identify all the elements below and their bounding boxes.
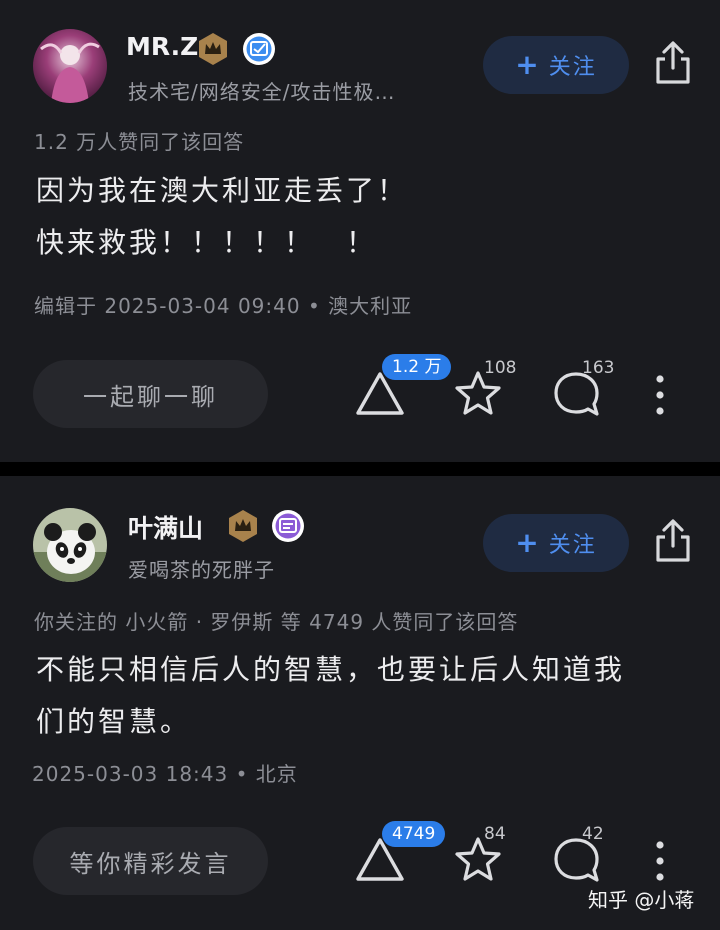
share-icon[interactable] bbox=[652, 40, 694, 86]
follow-button[interactable]: + 关注 bbox=[483, 36, 629, 94]
comment-count: 163 bbox=[582, 358, 615, 378]
verified-badge-icon bbox=[243, 33, 275, 65]
plus-icon: + bbox=[515, 48, 541, 81]
verified-badge-icon bbox=[272, 510, 304, 542]
answer-body[interactable]: 不能只相信后人的智慧，也要让后人知道我 们的智慧。 bbox=[36, 644, 625, 748]
favorite-count: 84 bbox=[484, 824, 506, 844]
chat-button[interactable]: 一起聊一聊 bbox=[33, 360, 268, 428]
watermark: 知乎 @小蒋 bbox=[588, 888, 695, 912]
agree-summary: 1.2 万人赞同了该回答 bbox=[34, 130, 245, 154]
upvote-count: 1.2 万 bbox=[382, 354, 452, 380]
answer-line: 快来救我！！！！！ ！ bbox=[36, 226, 378, 259]
answer-line: 们的智慧。 bbox=[36, 705, 192, 738]
agree-summary: 你关注的 小火箭 · 罗伊斯 等 4749 人赞同了该回答 bbox=[34, 610, 519, 634]
answer-line: 不能只相信后人的智慧，也要让后人知道我 bbox=[36, 653, 626, 686]
author-bio: 技术宅/网络安全/攻击性极… bbox=[128, 80, 396, 104]
share-icon[interactable] bbox=[652, 518, 694, 564]
post-meta: 2025-03-03 18:43 • 北京 bbox=[32, 762, 298, 786]
answer-body[interactable]: 因为我在澳大利亚走丢了！ 快来救我！！！！！ ！ bbox=[36, 165, 408, 269]
crown-badge-icon bbox=[199, 33, 227, 65]
answer-card: 叶满山 爱喝茶的死胖子 + 关注 你关注的 小火箭 · 罗伊斯 等 4749 人… bbox=[0, 476, 720, 930]
comment-input-button[interactable]: 等你精彩发言 bbox=[33, 827, 268, 895]
follow-label: 关注 bbox=[548, 533, 597, 558]
comment-count: 42 bbox=[582, 824, 604, 844]
answer-line: 因为我在澳大利亚走丢了！ bbox=[36, 174, 409, 207]
upvote-count: 4749 bbox=[382, 821, 446, 847]
answer-card: MR.Z 技术宅/网络安全/攻击性极… + 关注 1.2 万人赞同了该回答 因为… bbox=[0, 0, 720, 462]
edit-meta: 编辑于 2025-03-04 09:40 • 澳大利亚 bbox=[34, 294, 413, 318]
follow-label: 关注 bbox=[548, 55, 597, 80]
author-name[interactable]: 叶满山 bbox=[128, 509, 203, 545]
crown-badge-icon bbox=[229, 510, 257, 542]
more-vertical-icon[interactable] bbox=[652, 838, 668, 884]
author-avatar[interactable] bbox=[33, 29, 107, 103]
more-vertical-icon[interactable] bbox=[652, 372, 668, 418]
favorite-count: 108 bbox=[484, 358, 517, 378]
follow-button[interactable]: + 关注 bbox=[483, 514, 629, 572]
plus-icon: + bbox=[515, 526, 541, 559]
author-avatar[interactable] bbox=[33, 508, 107, 582]
author-name[interactable]: MR.Z bbox=[126, 32, 198, 61]
author-bio: 爱喝茶的死胖子 bbox=[128, 558, 275, 582]
